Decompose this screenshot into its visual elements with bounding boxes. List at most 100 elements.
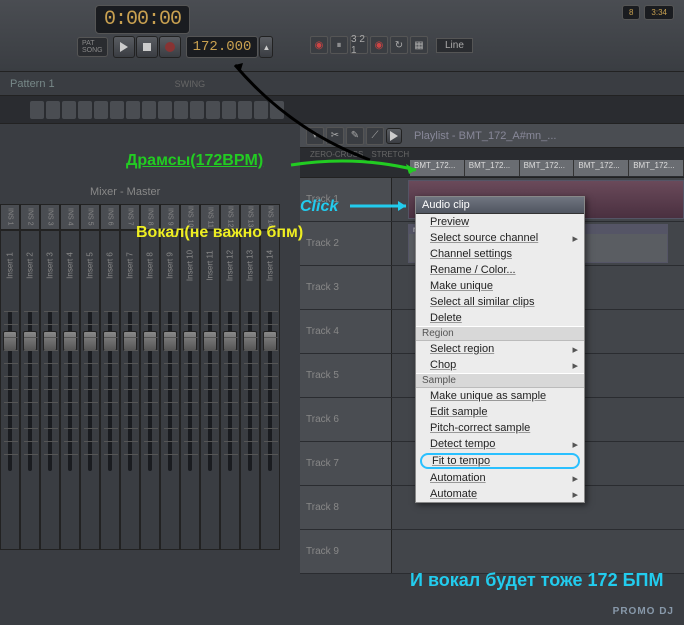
fader-handle[interactable]: [243, 331, 257, 351]
ctx-edit-sample[interactable]: Edit sample: [416, 404, 584, 420]
fader-handle[interactable]: [183, 331, 197, 351]
ctx-preview[interactable]: Preview: [416, 214, 584, 230]
step-button[interactable]: [158, 101, 172, 119]
visualizer-select[interactable]: Line: [436, 38, 473, 53]
track-header[interactable]: Track 7: [300, 442, 392, 485]
track-header[interactable]: Track 2: [300, 222, 392, 265]
tempo-display[interactable]: 172.000: [186, 36, 259, 58]
track-header[interactable]: Track 4: [300, 310, 392, 353]
countdown-icon[interactable]: 3 2 1: [350, 36, 368, 54]
fader-handle[interactable]: [103, 331, 117, 351]
fader-handle[interactable]: [143, 331, 157, 351]
fader-handle[interactable]: [163, 331, 177, 351]
pl-brush-icon[interactable]: ✎: [346, 127, 364, 145]
fader-handle[interactable]: [223, 331, 237, 351]
step-icon[interactable]: ▦: [410, 36, 428, 54]
mixer-tab[interactable]: INS 2: [20, 204, 40, 230]
fader-handle[interactable]: [3, 331, 17, 351]
mixer-tab[interactable]: INS 12: [220, 204, 240, 230]
mixer-channel[interactable]: Insert 4: [60, 230, 80, 550]
mixer-channel[interactable]: Insert 9: [160, 230, 180, 550]
fader-handle[interactable]: [123, 331, 137, 351]
mixer-channel[interactable]: Insert 2: [20, 230, 40, 550]
mixer-tab[interactable]: INS 11: [200, 204, 220, 230]
track-header[interactable]: Track 3: [300, 266, 392, 309]
track-header[interactable]: Track 5: [300, 354, 392, 397]
track-header[interactable]: Track 1: [300, 178, 392, 221]
track-content[interactable]: [392, 530, 684, 573]
mixer-tab[interactable]: INS 9: [160, 204, 180, 230]
mixer-channel[interactable]: Insert 11: [200, 230, 220, 550]
mixer-channel[interactable]: Insert 10: [180, 230, 200, 550]
record-button[interactable]: [159, 36, 181, 58]
mixer-channel[interactable]: Insert 13: [240, 230, 260, 550]
fader-handle[interactable]: [263, 331, 277, 351]
step-button[interactable]: [190, 101, 204, 119]
mixer-channel[interactable]: Insert 1: [0, 230, 20, 550]
ctx-automate[interactable]: Automate: [416, 486, 584, 502]
step-button[interactable]: [238, 101, 252, 119]
track-header[interactable]: Track 9: [300, 530, 392, 573]
mixer-channel[interactable]: Insert 14: [260, 230, 280, 550]
step-button[interactable]: [254, 101, 268, 119]
mixer-tab[interactable]: INS 6: [100, 204, 120, 230]
mixer-tab[interactable]: INS 3: [40, 204, 60, 230]
step-button[interactable]: [206, 101, 220, 119]
step-button[interactable]: [270, 101, 284, 119]
mixer-channel[interactable]: Insert 7: [120, 230, 140, 550]
play-button[interactable]: [113, 36, 135, 58]
clip-tab[interactable]: BMT_172...: [520, 160, 575, 176]
pattern-up[interactable]: ▲: [259, 36, 273, 58]
step-button[interactable]: [174, 101, 188, 119]
ctx-select-region[interactable]: Select region: [416, 341, 584, 357]
ctx-channel-settings[interactable]: Channel settings: [416, 246, 584, 262]
zero-cross-toggle[interactable]: ZERO-CROSS: [310, 150, 363, 159]
ctx-rename[interactable]: Rename / Color...: [416, 262, 584, 278]
fader-handle[interactable]: [63, 331, 77, 351]
pl-play-button[interactable]: [386, 128, 402, 144]
mixer-tab[interactable]: INS 4: [60, 204, 80, 230]
step-button[interactable]: [62, 101, 76, 119]
fader-handle[interactable]: [83, 331, 97, 351]
fader-handle[interactable]: [203, 331, 217, 351]
mixer-tab[interactable]: INS 14: [260, 204, 280, 230]
ctx-pitch-correct[interactable]: Pitch-correct sample: [416, 420, 584, 436]
ctx-detect-tempo[interactable]: Detect tempo: [416, 436, 584, 452]
mixer-channel[interactable]: Insert 3: [40, 230, 60, 550]
pl-slice-icon[interactable]: ⟋: [366, 127, 384, 145]
mixer-tab[interactable]: INS 1: [0, 204, 20, 230]
track-header[interactable]: Track 8: [300, 486, 392, 529]
step-button[interactable]: [78, 101, 92, 119]
mixer-tab[interactable]: INS 13: [240, 204, 260, 230]
clip-tab[interactable]: BMT_172...: [465, 160, 520, 176]
step-button[interactable]: [142, 101, 156, 119]
pat-song-toggle[interactable]: PATSONG: [77, 37, 108, 57]
overdub-icon[interactable]: ◉: [370, 36, 388, 54]
pl-cut-icon[interactable]: ✂: [326, 127, 344, 145]
stop-button[interactable]: [136, 36, 158, 58]
track-header[interactable]: Track 6: [300, 398, 392, 441]
mixer-tab[interactable]: INS 10: [180, 204, 200, 230]
loop-icon[interactable]: ↻: [390, 36, 408, 54]
playlist-timeline[interactable]: ZERO-CROSS STRETCH BMT_172...BMT_172...B…: [300, 148, 684, 178]
step-button[interactable]: [110, 101, 124, 119]
ctx-select-source[interactable]: Select source channel: [416, 230, 584, 246]
ctx-chop[interactable]: Chop: [416, 357, 584, 373]
clip-tab[interactable]: BMT_172...: [629, 160, 684, 176]
stretch-toggle[interactable]: STRETCH: [371, 150, 409, 159]
ctx-select-similar[interactable]: Select all similar clips: [416, 294, 584, 310]
step-button[interactable]: [222, 101, 236, 119]
mixer-tab[interactable]: INS 5: [80, 204, 100, 230]
time-display[interactable]: 0:00:00: [95, 5, 190, 34]
fader-handle[interactable]: [23, 331, 37, 351]
ctx-make-unique-sample[interactable]: Make unique as sample: [416, 388, 584, 404]
step-button[interactable]: [46, 101, 60, 119]
wait-icon[interactable]: ⏸: [330, 36, 348, 54]
pl-menu-icon[interactable]: ▾: [306, 127, 324, 145]
ctx-fit-to-tempo[interactable]: Fit to tempo: [420, 453, 580, 469]
step-button[interactable]: [126, 101, 140, 119]
ctx-make-unique[interactable]: Make unique: [416, 278, 584, 294]
clip-tab[interactable]: BMT_172...: [410, 160, 465, 176]
mixer-tab[interactable]: INS 7: [120, 204, 140, 230]
step-button[interactable]: [94, 101, 108, 119]
